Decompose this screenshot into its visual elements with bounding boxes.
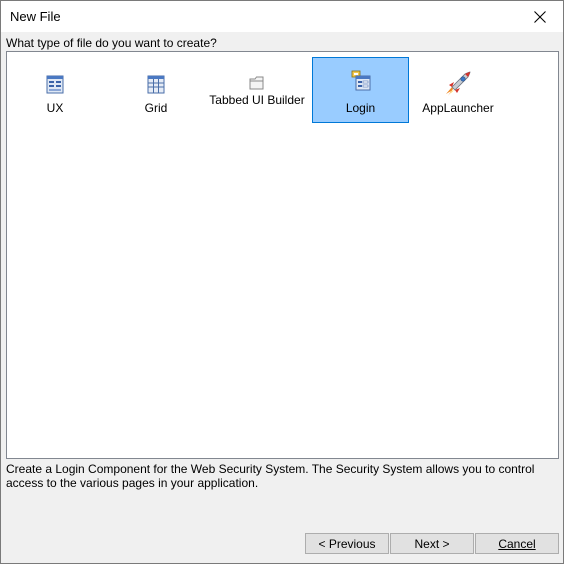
folder-icon — [249, 76, 264, 90]
cancel-button[interactable]: Cancel — [475, 533, 559, 554]
file-type-prompt: What type of file do you want to create? — [6, 36, 217, 50]
file-type-ux[interactable]: UX — [7, 57, 103, 123]
ux-component-icon — [46, 75, 64, 94]
previous-button[interactable]: < Previous — [305, 533, 389, 554]
login-component-icon — [351, 70, 370, 91]
title-bar: New File — [1, 1, 563, 32]
file-type-label: AppLauncher — [422, 101, 494, 115]
file-type-tabbed-ui-builder[interactable]: Tabbed UI Builder — [209, 57, 305, 123]
rocket-icon — [446, 71, 471, 96]
close-icon — [534, 10, 546, 23]
file-type-description: Create a Login Component for the Web Sec… — [6, 462, 535, 490]
next-button[interactable]: Next > — [390, 533, 474, 554]
grid-component-icon — [147, 75, 165, 94]
close-button[interactable] — [517, 1, 563, 32]
new-file-dialog: New File What type of file do you want t… — [0, 0, 564, 564]
file-type-label: UX — [46, 101, 64, 115]
file-type-applauncher[interactable]: AppLauncher — [410, 57, 506, 123]
dialog-title: New File — [10, 9, 61, 24]
file-type-login[interactable]: Login — [312, 57, 409, 123]
file-type-list[interactable]: UX Grid Tabbed UI Builder Login AppLaunc… — [6, 51, 559, 459]
file-type-label: Tabbed UI Builder — [209, 93, 305, 107]
file-type-label: Grid — [144, 101, 168, 115]
file-type-grid[interactable]: Grid — [108, 57, 204, 123]
